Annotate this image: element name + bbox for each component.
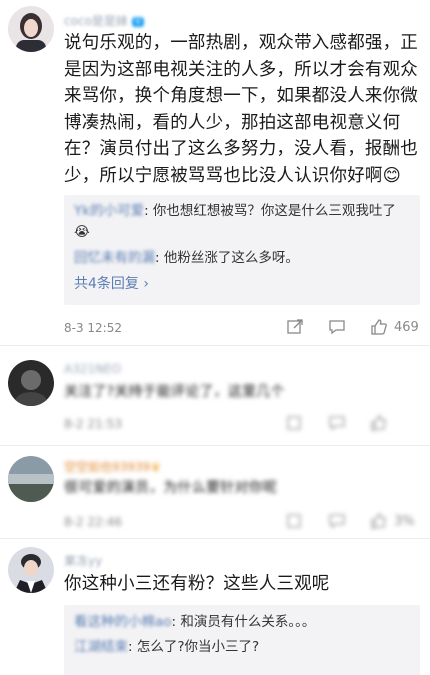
reply-item[interactable]: 江湖结束: 怎么了?你当小三了?: [64, 637, 420, 658]
timestamp: 8-2 21:53: [64, 417, 122, 431]
user-avatar-icon: [8, 360, 54, 406]
like-button[interactable]: [370, 414, 388, 432]
share-icon: [287, 514, 301, 528]
username[interactable]: 空空如也93939♛: [64, 458, 161, 475]
like-count: 469: [394, 319, 419, 335]
thumbs-up-icon: [371, 319, 387, 335]
divider: [0, 345, 430, 346]
timestamp: 8-2 22:46: [64, 515, 122, 529]
share-icon: [287, 416, 301, 430]
username[interactable]: coco是是妹 V: [64, 12, 145, 29]
reply-box: Yk的小可爱: 你也想红想被骂？你这是什么三观我吐了😭 回忆未有的漏: 他粉丝涨…: [64, 195, 420, 305]
avatar[interactable]: [8, 456, 54, 502]
like-button[interactable]: 469: [370, 318, 419, 336]
reply-username[interactable]: 看这种的小棉ao: [74, 614, 172, 630]
share-button[interactable]: [286, 512, 304, 530]
username[interactable]: 果冻yy: [64, 552, 102, 569]
reply-text: 怎么了?你当小三了?: [136, 639, 260, 655]
comment-meta: 8-3 12:52 469: [64, 318, 420, 340]
comment-text: 关注了?关持于能评论了，这里几个: [64, 384, 285, 400]
crown-icon: ♛: [150, 460, 161, 474]
comment-button[interactable]: [328, 414, 346, 432]
reply-username[interactable]: 回忆未有的漏: [74, 250, 155, 266]
thumbs-up-icon: [371, 513, 386, 529]
reply-username[interactable]: Yk的小可爱: [74, 203, 144, 219]
reply-item[interactable]: 回忆未有的漏: 他粉丝涨了这么多呀。: [64, 248, 420, 269]
avatar[interactable]: [8, 547, 54, 593]
avatar[interactable]: [8, 6, 54, 52]
avatar[interactable]: [8, 360, 54, 406]
share-button[interactable]: [286, 414, 304, 432]
reply-item[interactable]: 看这种的小棉ao: 和演员有什么关系。。。: [64, 612, 420, 633]
comment-button[interactable]: [328, 512, 346, 530]
comment-meta: 8-2 21:53: [64, 414, 420, 436]
username[interactable]: A321NEO: [64, 362, 121, 376]
comment-icon: [329, 416, 345, 431]
username-text: coco是是妹: [64, 14, 128, 28]
like-count: 3%: [394, 513, 415, 529]
share-button[interactable]: [286, 318, 304, 336]
comment-button[interactable]: [328, 318, 346, 336]
user-avatar-icon: [8, 456, 54, 502]
reply-text: 和演员有什么关系。。。: [180, 614, 316, 630]
username-text: 空空如也93939: [64, 460, 151, 474]
user-avatar-icon: [8, 6, 54, 52]
comment-meta: 8-2 22:46 3%: [64, 512, 420, 534]
comment-icon: [329, 514, 345, 529]
like-button[interactable]: 3%: [370, 512, 415, 530]
share-icon: [287, 319, 303, 334]
divider: [0, 445, 430, 446]
reply-box: 看这种的小棉ao: 和演员有什么关系。。。 江湖结束: 怎么了?你当小三了?: [64, 605, 420, 675]
timestamp: 8-3 12:52: [64, 321, 122, 335]
user-avatar-icon: [8, 547, 54, 593]
reply-username[interactable]: 江湖结束: [74, 639, 128, 655]
divider: [0, 538, 430, 539]
reply-item[interactable]: Yk的小可爱: 你也想红想被骂？你这是什么三观我吐了😭: [64, 201, 420, 243]
comment-text: 你这种小三还有粉？这些人三观呢: [64, 574, 330, 594]
comment-text: 很可爱的演员，为什么要针对你呢: [64, 480, 277, 496]
thumbs-up-icon: [371, 415, 386, 431]
reply-text: 他粉丝涨了这么多呀。: [163, 250, 299, 266]
more-replies-link[interactable]: 共4条回复 ›: [64, 269, 420, 299]
comment-text: 说句乐观的，一部热剧，观众带入感都强，正是因为这部电视关注的人多，所以才会有观众…: [64, 33, 418, 186]
comment-icon: [329, 320, 345, 335]
verified-badge: V: [131, 16, 145, 27]
